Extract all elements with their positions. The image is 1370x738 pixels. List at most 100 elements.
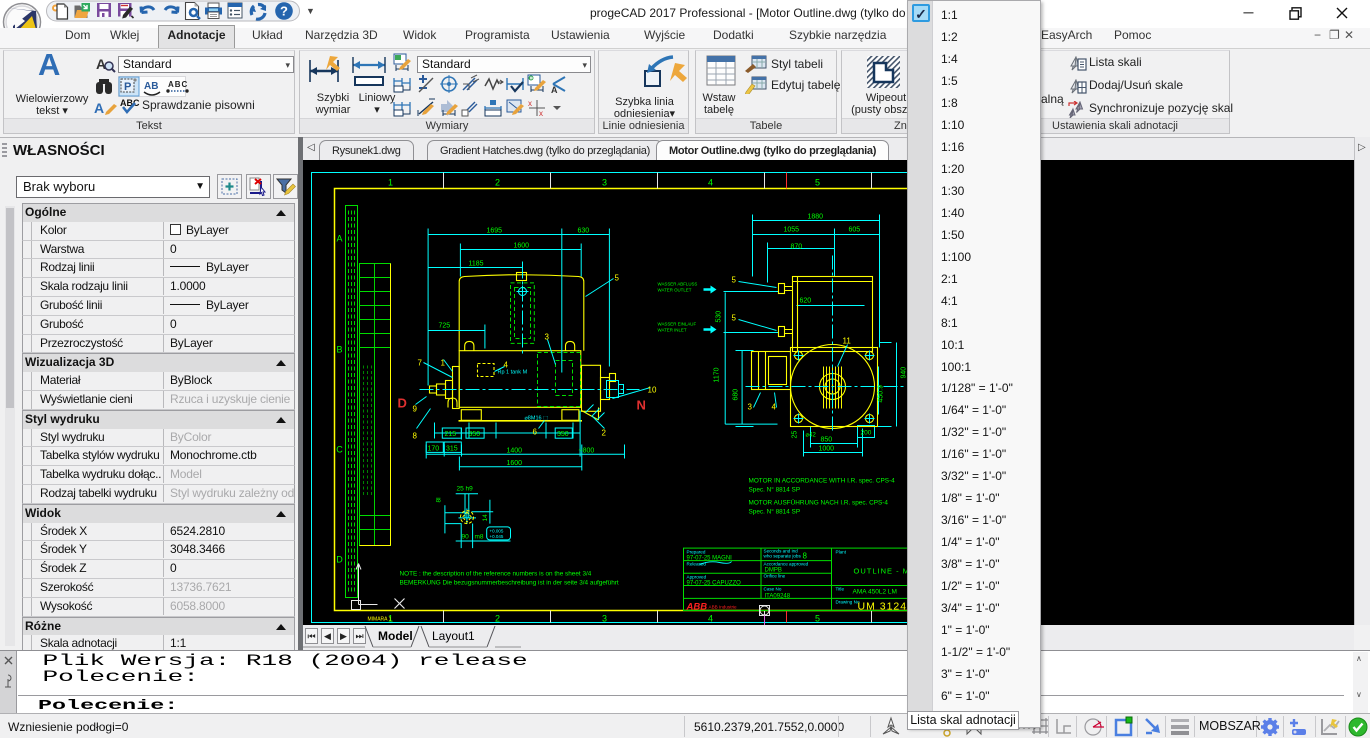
svg-text:2: 2 (495, 614, 500, 624)
svg-text:x: x (539, 109, 543, 118)
svg-text:9: 9 (413, 405, 418, 414)
svg-text:Rp 1 tank M: Rp 1 tank M (498, 370, 528, 376)
svg-text:630: 630 (578, 228, 590, 235)
svg-text:1695: 1695 (487, 228, 503, 235)
svg-text:WASSER EINLAUF: WASSER EINLAUF (658, 322, 697, 327)
svg-text:3: 3 (602, 614, 607, 624)
svg-text:3: 3 (748, 403, 753, 412)
svg-text:3: 3 (545, 333, 550, 342)
svg-text:8: 8 (803, 552, 808, 561)
svg-text:Orifice line: Orifice line (764, 574, 786, 579)
svg-text:1600: 1600 (514, 243, 530, 250)
svg-text:Released: Released (687, 562, 707, 567)
svg-text:WASSER ABFLUSS: WASSER ABFLUSS (658, 282, 698, 287)
svg-text:~800: ~800 (579, 448, 595, 455)
svg-text:Plant: Plant (836, 550, 847, 555)
svg-text:450.9: 450.9 (878, 385, 885, 403)
svg-text:530: 530 (716, 311, 723, 323)
svg-text:1600: 1600 (507, 460, 523, 467)
svg-text:1: 1 (388, 178, 393, 188)
svg-text:Title: Title (836, 587, 845, 592)
svg-text:1400: 1400 (507, 448, 523, 455)
svg-text:ABB: ABB (686, 602, 708, 613)
svg-text:BEMERKUNG Die bezugsnummerbes: BEMERKUNG Die bezugsnummerbeschreibung i… (400, 580, 619, 587)
svg-text:4: 4 (708, 178, 713, 188)
svg-text:620: 620 (800, 298, 812, 305)
svg-text:?: ? (280, 4, 288, 19)
svg-text:MOTOR IN ACCORDANCE WITH I.R.: MOTOR IN ACCORDANCE WITH I.R. spec. CPS-… (749, 478, 896, 485)
svg-text:Approved: Approved (687, 575, 707, 580)
svg-text:2: 2 (602, 429, 607, 438)
svg-text:Drawing No: Drawing No (836, 600, 860, 605)
svg-text:97-07-25 CAPUZZO: 97-07-25 CAPUZZO (687, 581, 742, 587)
svg-text:1000: 1000 (819, 446, 835, 453)
svg-text:200: 200 (861, 430, 872, 437)
svg-text:Case No: Case No (764, 587, 782, 592)
svg-text:1055: 1055 (784, 227, 800, 234)
svg-text:WATER OUTLET: WATER OUTLET (658, 288, 692, 293)
svg-text:7: 7 (418, 359, 423, 368)
svg-text:5: 5 (732, 314, 737, 323)
svg-text:6: 6 (533, 428, 538, 437)
svg-text:Accordance approved: Accordance approved (764, 562, 809, 567)
svg-text:10: 10 (648, 386, 657, 395)
svg-text:D: D (398, 396, 407, 411)
svg-text:ABC: ABC (120, 98, 140, 108)
svg-text:725: 725 (439, 323, 451, 330)
svg-text:90: 90 (462, 534, 470, 541)
svg-text:Spec. N° 8814 SP: Spec. N° 8814 SP (749, 508, 801, 516)
svg-text:MIMARA 1: MIMARA 1 (368, 617, 392, 623)
svg-text:850: 850 (821, 437, 833, 444)
svg-text:5: 5 (815, 178, 820, 188)
svg-text:5: 5 (815, 614, 820, 624)
svg-text:8: 8 (413, 432, 418, 441)
svg-text:C: C (336, 445, 343, 455)
svg-text:x: x (528, 99, 532, 108)
svg-text:315: 315 (446, 446, 458, 453)
svg-text:P: P (124, 81, 131, 93)
svg-text:⌀8M16 ⬚: ⌀8M16 ⬚ (525, 416, 550, 422)
svg-text:1880: 1880 (808, 214, 824, 221)
svg-text:14: 14 (482, 514, 489, 522)
svg-text:who separate jobs: who separate jobs (764, 554, 802, 559)
svg-text:ITA09248: ITA09248 (765, 594, 791, 600)
svg-text:8l: 8l (436, 497, 443, 503)
svg-text:A: A (94, 100, 104, 116)
svg-text:215: 215 (445, 431, 457, 438)
svg-text:3: 3 (602, 178, 607, 188)
svg-text:25: 25 (792, 431, 799, 439)
svg-text:170: 170 (428, 446, 440, 453)
svg-text:+0.005: +0.005 (490, 529, 504, 534)
svg-text:A: A (96, 56, 106, 72)
svg-text:N: N (637, 398, 646, 413)
svg-text:+0.045: +0.045 (490, 534, 504, 539)
svg-text:605: 605 (849, 227, 861, 234)
svg-text:5: 5 (615, 274, 620, 283)
svg-text:680: 680 (733, 389, 740, 401)
svg-text:4: 4 (504, 361, 509, 370)
svg-text:ABB Industrie: ABB Industrie (709, 605, 738, 610)
svg-text:97-07-25 MAGNI: 97-07-25 MAGNI (687, 556, 733, 562)
svg-text:4: 4 (708, 614, 713, 624)
svg-text:UM 31246: UM 31246 (858, 601, 914, 613)
svg-text:WATER INLET: WATER INLET (658, 328, 687, 333)
svg-text:⌀42: ⌀42 (806, 433, 817, 439)
svg-text:A: A (551, 85, 558, 95)
svg-text:1185: 1185 (469, 261, 484, 268)
svg-text:NOTE : the description of the: NOTE : the description of the reference … (400, 571, 592, 578)
svg-text:Prepared: Prepared (687, 550, 706, 555)
svg-text:A: A (336, 234, 342, 244)
svg-text:350: 350 (469, 431, 481, 438)
svg-text:MOTOR AUSFÜHRUNG NACH I.R. spe: MOTOR AUSFÜHRUNG NACH I.R. spec. CPS-4 (749, 499, 889, 507)
svg-text:AB: AB (144, 81, 158, 92)
svg-text:DMPB: DMPB (765, 568, 782, 574)
svg-text:D: D (336, 555, 343, 565)
svg-text:25 h9: 25 h9 (457, 486, 474, 493)
svg-text:AMA 450L2 LM: AMA 450L2 LM (853, 589, 897, 596)
svg-text:B: B (336, 345, 342, 355)
svg-text:1170: 1170 (714, 367, 721, 382)
svg-text:350: 350 (557, 431, 569, 438)
svg-text:2: 2 (495, 178, 500, 188)
svg-text:4: 4 (772, 403, 777, 412)
svg-text:5: 5 (732, 276, 737, 285)
